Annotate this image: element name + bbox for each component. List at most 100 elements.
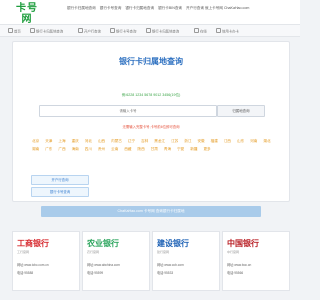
bank-subtitle: 建行官网 [157,250,170,254]
bank-subtitle: 农行官网 [87,250,100,254]
bank-phone: 电话:95588 [17,270,33,275]
bank-name: 中国银行 [227,238,259,248]
city-link[interactable]: 河南 [250,139,257,143]
city-link[interactable]: 北京 [32,139,39,143]
promo-banner[interactable]: ChaKaHao.com 卡号网 查询银行卡归属地 [41,206,261,217]
city-link[interactable]: 新疆 [190,147,197,151]
bank-phone: 电话:95599 [87,270,103,275]
city-link[interactable]: 安徽 [197,139,204,143]
bank-card-ccb[interactable]: 建设银行 建行官网 网址:www.ccb.com 电话:95533 [152,231,220,291]
header-links: 银行卡归属地查询 银行卡号查询 银行卡归属地查询 银行卡BIN查询 开户行查询 … [67,6,287,11]
city-link[interactable]: 山西 [98,139,105,143]
bank-icon [78,28,83,33]
website-url: www.abchina.com [94,263,120,267]
bank-phone: 电话:95533 [157,270,173,275]
city-link[interactable]: 天津 [45,139,52,143]
nav-item-bank-branch[interactable]: 开户行查询 [78,28,101,34]
nav-item-card-number[interactable]: 银行卡号查询 [110,28,136,34]
city-link[interactable]: 西藏 [124,147,131,151]
nav-bar: 首页 银行卡归属地查询 开户行查询 银行卡号查询 银行卡归属地查询 在线 信用卡… [0,24,300,37]
bank-website[interactable]: 网址:www.icbc.com.cn [17,262,49,267]
city-link[interactable]: 广东 [45,147,52,151]
nav-item-home[interactable]: 首页 [8,28,21,34]
site-header: 卡号网 ChaKaHao.com 银行卡归属地查询 银行卡号查询 银行卡归属地查… [0,0,300,29]
city-link[interactable]: 宁夏 [177,147,184,151]
bank-website[interactable]: 网址:www.ccb.com [157,262,184,267]
nav-item-online[interactable]: 在线 [194,28,207,34]
bank-name: 工商银行 [17,238,49,248]
bank-phone: 电话:95566 [227,270,243,275]
city-link[interactable]: 山东 [237,139,244,143]
phone-number: 95533 [164,271,174,275]
city-link[interactable]: 辽宁 [128,139,135,143]
nav-item-card-location-2[interactable]: 银行卡归属地查询 [146,28,179,34]
phone-number: 95588 [24,271,34,275]
city-link[interactable]: 贵州 [98,147,105,151]
nav-label: 在线 [200,29,207,34]
header-link-5[interactable]: 开户行查询 就上卡号网 ChaKaHao.com [186,6,249,10]
nav-label: 银行卡归属地查询 [36,29,64,34]
bank-branch-query-button[interactable]: 开户行查询 [31,175,89,185]
bank-website[interactable]: 网址:www.abchina.com [87,262,120,267]
nav-label: 银行卡号查询 [116,29,137,34]
city-link[interactable]: 江西 [224,139,231,143]
nav-label: 首页 [14,29,21,34]
search-panel: 银行卡归属地查询 例:6228 1234 5678 9012 3456(19位)… [12,41,290,217]
card-number-input[interactable] [39,105,217,117]
bank-card-boc[interactable]: 中国银行 中行官网 网址:www.boc.cn 电话:95566 [222,231,290,291]
city-more-link[interactable]: 更多 [203,147,210,151]
city-link[interactable]: 上海 [58,139,65,143]
city-link[interactable]: 陕西 [138,147,145,151]
city-link[interactable]: 海南 [72,147,79,151]
city-link[interactable]: 吉林 [141,139,148,143]
city-link[interactable]: 内蒙古 [111,139,122,143]
nav-item-credit-card[interactable]: 信用卡办卡 [216,28,239,34]
city-link[interactable]: 重庆 [72,139,79,143]
credit-card-icon [216,28,221,33]
city-link[interactable]: 青海 [164,147,171,151]
nav-label: 信用卡办卡 [222,29,239,34]
city-link[interactable]: 甘肃 [151,147,158,151]
card-number-query-button[interactable]: 银行卡号查询 [31,187,89,197]
bank-name: 建设银行 [157,238,189,248]
nav-item-card-location[interactable]: 银行卡归属地查询 [30,28,63,34]
bank-card-abc[interactable]: 农业银行 农行官网 网址:www.abchina.com 电话:95599 [82,231,150,291]
city-link[interactable]: 福建 [211,139,218,143]
page-title: 银行卡归属地查询 [119,57,183,66]
phone-number: 95599 [94,271,104,275]
bank-subtitle: 工行官网 [17,250,30,254]
website-url: www.icbc.com.cn [24,263,49,267]
city-link[interactable]: 江苏 [171,139,178,143]
website-url: www.boc.cn [234,263,252,267]
header-link-4[interactable]: 银行卡BIN查询 [158,6,182,10]
home-icon [8,28,13,33]
city-link[interactable]: 河北 [85,139,92,143]
city-list: 北京 天津 上海 重庆 河北 山西 内蒙古 辽宁 吉林 黑龙江 江苏 浙江 安徽… [32,137,276,153]
nav-label: 银行卡归属地查询 [152,29,180,34]
city-link[interactable]: 黑龙江 [154,139,165,143]
city-link[interactable]: 广西 [58,147,65,151]
bank-name: 农业银行 [87,238,119,248]
nav-label: 开户行查询 [84,29,101,34]
header-link-3[interactable]: 银行卡归属地查询 [125,6,154,10]
globe-icon [194,28,199,33]
city-link[interactable]: 四川 [85,147,92,151]
card-icon [30,28,35,33]
city-link[interactable]: 湖北 [263,139,270,143]
city-link[interactable]: 湖南 [32,147,39,151]
example-text: 例:6228 1234 5678 9012 3456(19位) [121,93,181,97]
header-link-2[interactable]: 银行卡号查询 [100,6,122,10]
location-icon [146,28,151,33]
bank-card-icbc[interactable]: 工商银行 工行官网 网址:www.icbc.com.cn 电话:95588 [12,231,80,291]
bank-website[interactable]: 网址:www.boc.cn [227,262,251,267]
city-link[interactable]: 云南 [111,147,118,151]
search-button[interactable]: 归属地查询 [217,105,265,117]
bank-subtitle: 中行官网 [227,250,240,254]
city-link[interactable]: 浙江 [184,139,191,143]
phone-number: 95566 [234,271,244,275]
search-tip: 无需输入完整卡号,卡号前6位即可查询 [122,125,180,129]
logo-text: 卡号网 [16,3,38,25]
website-url: www.ccb.com [164,263,184,267]
header-link-1[interactable]: 银行卡归属地查询 [67,6,96,10]
bank-list: 工商银行 工行官网 网址:www.icbc.com.cn 电话:95588 农业… [12,231,290,291]
